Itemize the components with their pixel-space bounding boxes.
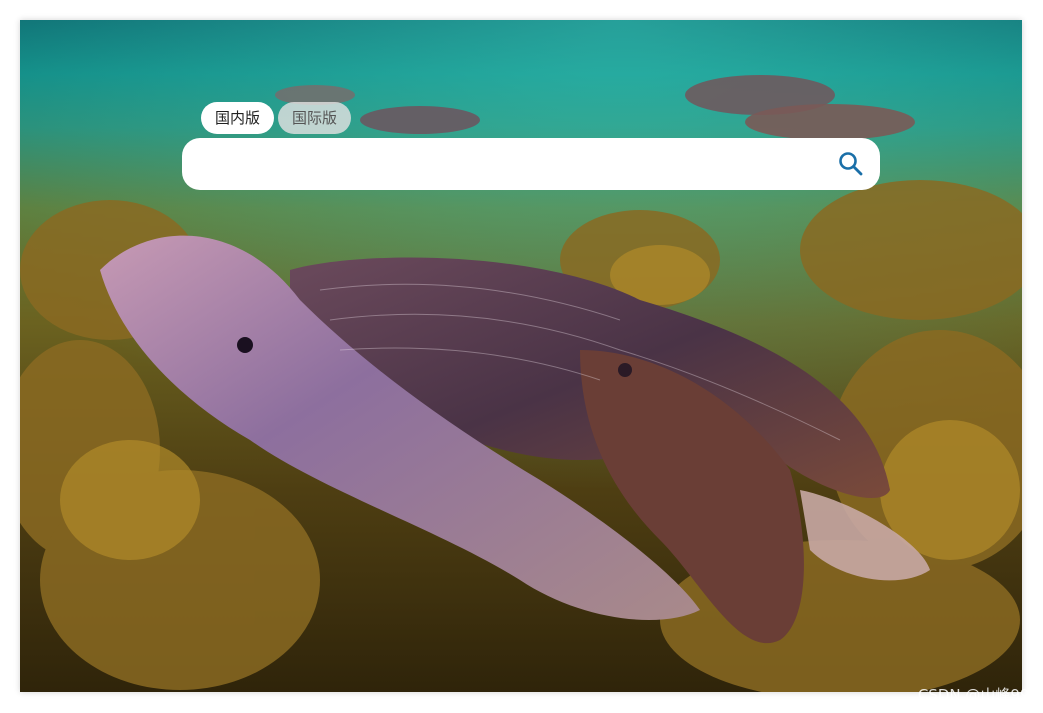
search-input[interactable] (200, 138, 814, 192)
tab-international[interactable]: 国际版 (278, 102, 352, 134)
tab-domestic[interactable]: 国内版 (201, 102, 275, 134)
background-frame: 国内版 国际版 (20, 20, 1022, 692)
background-image (20, 20, 1022, 692)
search-box (182, 138, 880, 192)
watermark: CSDN @山峰999 (917, 686, 1039, 704)
search-scope-tabs: 国内版 国际版 (201, 102, 352, 134)
search-icon (839, 152, 863, 176)
search-button[interactable] (836, 149, 866, 179)
